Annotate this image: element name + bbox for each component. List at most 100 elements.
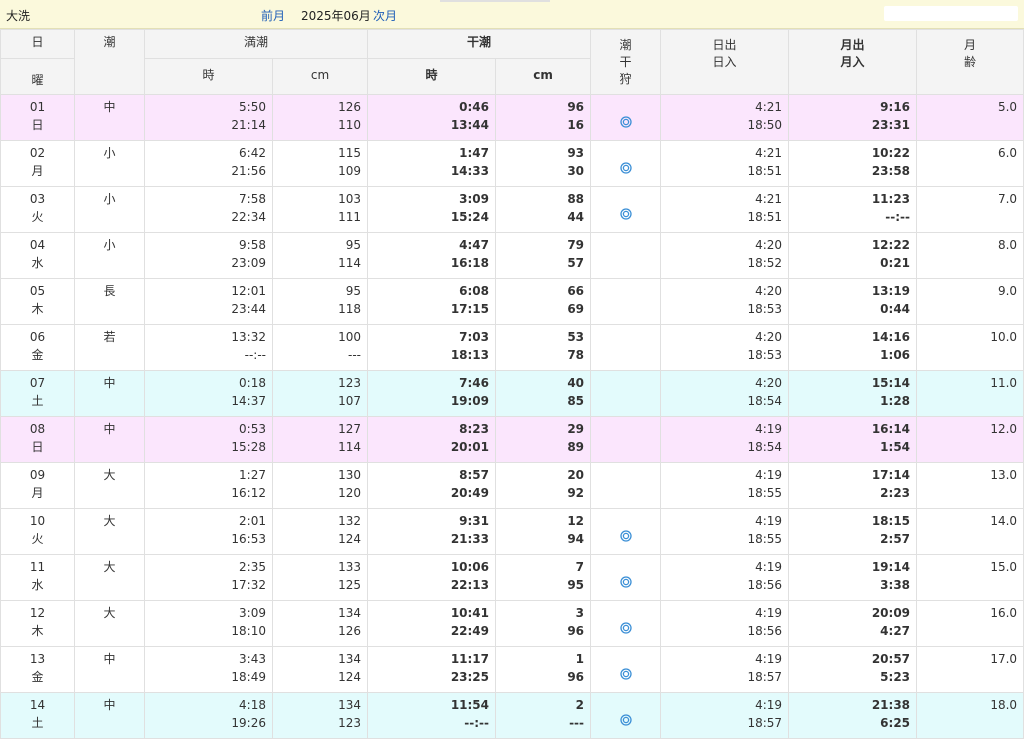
tide-row: 06 金若 13:32 --:-- 100 --- 7:03 18:13 53 78 4:20 18:…: [0, 324, 1024, 371]
sun-cell: 4:21 18:50: [660, 94, 790, 141]
high-time-cell: 5:50 21:14: [144, 94, 273, 141]
tide-row: 08 日中 0:53 15:28 127 114 8:23 20:01 29 89 4:19 18:5…: [0, 416, 1024, 463]
high-cm-cell: 130 120: [271, 462, 369, 509]
location-name: 大洗: [6, 9, 31, 23]
low-cm-cell: 53 78: [495, 324, 592, 371]
shiohigari-cell: [590, 232, 662, 279]
current-month-label: 2025年06月: [301, 9, 371, 23]
tide-row: 03 火小 7:58 22:34 103 111 3:09 15:24 88 44 4:21 18:5…: [0, 186, 1024, 233]
low-time-cell: 6:08 17:15: [367, 278, 497, 325]
shiohigari-mark-icon: [619, 162, 632, 174]
shiohigari-cell: [590, 416, 662, 463]
low-time-cell: 8:23 20:01: [367, 416, 497, 463]
low-time-cell: 10:41 22:49: [367, 600, 497, 647]
high-cm-cell: 132 124: [271, 508, 369, 555]
low-cm-cell: 7 95: [495, 554, 592, 601]
day-cell: 02 月: [0, 140, 75, 187]
col-moon-age-header: 月齢: [916, 29, 1024, 95]
tide-row: 12 木大 3:09 18:10 134 126 10:41 22:49 3 96 4:19 18:5…: [0, 600, 1024, 647]
shiohigari-cell: [590, 278, 662, 325]
low-cm-cell: 3 96: [495, 600, 592, 647]
tide-type-cell: 若: [74, 324, 145, 371]
high-cm-cell: 134 126: [271, 600, 369, 647]
moon-age-cell: 15.0: [916, 554, 1024, 601]
high-cm-cell: 103 111: [271, 186, 369, 233]
day-cell: 13 金: [0, 646, 75, 693]
low-cm-cell: 20 92: [495, 462, 592, 509]
tide-row: 04 水小 9:58 23:09 95 114 4:47 16:18 79 57 4:20 18:52…: [0, 232, 1024, 279]
tide-row: 10 火大 2:01 16:53 132 124 9:31 21:33 12 94 4:19 18:5…: [0, 508, 1024, 555]
moon-age-cell: 11.0: [916, 370, 1024, 417]
month-navigation-bar: 大洗 前月 2025年06月 次月: [0, 0, 1024, 29]
sun-cell: 4:20 18:53: [660, 278, 790, 325]
low-time-cell: 7:46 19:09: [367, 370, 497, 417]
high-time-cell: 13:32 --:--: [144, 324, 273, 371]
moon-age-cell: 17.0: [916, 646, 1024, 693]
high-cm-cell: 127 114: [271, 416, 369, 463]
low-time-cell: 4:47 16:18: [367, 232, 497, 279]
high-time-cell: 6:42 21:56: [144, 140, 273, 187]
day-cell: 12 木: [0, 600, 75, 647]
high-cm-cell: 126 110: [271, 94, 369, 141]
low-cm-cell: 88 44: [495, 186, 592, 233]
day-cell: 08 日: [0, 416, 75, 463]
sun-cell: 4:20 18:53: [660, 324, 790, 371]
low-time-cell: 11:17 23:25: [367, 646, 497, 693]
prev-month-link[interactable]: 前月: [261, 7, 285, 24]
high-cm-cell: 100 ---: [271, 324, 369, 371]
moon-age-cell: 14.0: [916, 508, 1024, 555]
high-time-header: 時: [144, 58, 273, 95]
high-cm-cell: 123 107: [271, 370, 369, 417]
day-cell: 10 火: [0, 508, 75, 555]
low-cm-cell: 12 94: [495, 508, 592, 555]
shiohigari-cell: [590, 370, 662, 417]
sun-cell: 4:20 18:52: [660, 232, 790, 279]
shiohigari-cell: [590, 140, 662, 187]
moon-cell: 20:09 4:27: [788, 600, 918, 647]
sun-cell: 4:19 18:55: [660, 462, 790, 509]
tide-type-cell: 中: [74, 646, 145, 693]
tide-type-cell: 大: [74, 600, 145, 647]
high-cm-cell: 134 124: [271, 646, 369, 693]
shiohigari-mark-icon: [619, 622, 632, 634]
low-cm-cell: 66 69: [495, 278, 592, 325]
moon-cell: 19:14 3:38: [788, 554, 918, 601]
tide-type-cell: 小: [74, 140, 145, 187]
high-time-cell: 12:01 23:44: [144, 278, 273, 325]
high-time-cell: 9:58 23:09: [144, 232, 273, 279]
high-time-cell: 7:58 22:34: [144, 186, 273, 233]
moon-cell: 9:16 23:31: [788, 94, 918, 141]
tide-row: 07 土中 0:18 14:37 123 107 7:46 19:09 40 85 4:20 18:5…: [0, 370, 1024, 417]
moon-cell: 12:22 0:21: [788, 232, 918, 279]
high-time-cell: 3:09 18:10: [144, 600, 273, 647]
shiohigari-cell: [590, 692, 662, 739]
shiohigari-cell: [590, 462, 662, 509]
high-cm-cell: 95 114: [271, 232, 369, 279]
moon-cell: 20:57 5:23: [788, 646, 918, 693]
moon-age-cell: 13.0: [916, 462, 1024, 509]
moon-age-cell: 6.0: [916, 140, 1024, 187]
tide-row: 09 月大 1:27 16:12 130 120 8:57 20:49 20 92 4:19 18:5…: [0, 462, 1024, 509]
shiohigari-cell: [590, 94, 662, 141]
tide-type-cell: 小: [74, 232, 145, 279]
tide-row: 01 日中 5:50 21:14 126 110 0:46 13:44 96 16 4:21 18:5…: [0, 94, 1024, 141]
tide-type-cell: 中: [74, 370, 145, 417]
moon-cell: 11:23 --:--: [788, 186, 918, 233]
moon-cell: 18:15 2:57: [788, 508, 918, 555]
low-cm-cell: 93 30: [495, 140, 592, 187]
high-cm-cell: 115 109: [271, 140, 369, 187]
col-moon-header: 月出 月入: [788, 29, 918, 95]
high-time-cell: 3:43 18:49: [144, 646, 273, 693]
moon-age-cell: 18.0: [916, 692, 1024, 739]
sun-cell: 4:19 18:55: [660, 508, 790, 555]
high-time-cell: 2:01 16:53: [144, 508, 273, 555]
col-shiohigari-header: 潮干狩: [590, 29, 662, 95]
low-time-cell: 0:46 13:44: [367, 94, 497, 141]
next-month-link[interactable]: 次月: [373, 7, 397, 24]
col-sun-header: 日出 日入: [660, 29, 790, 95]
shiohigari-mark-icon: [619, 116, 632, 128]
tide-row: 11 水大 2:35 17:32 133 125 10:06 22:13 7 95 4:19 18:5…: [0, 554, 1024, 601]
moon-age-cell: 12.0: [916, 416, 1024, 463]
tide-type-cell: 小: [74, 186, 145, 233]
high-cm-header: cm: [271, 58, 369, 95]
